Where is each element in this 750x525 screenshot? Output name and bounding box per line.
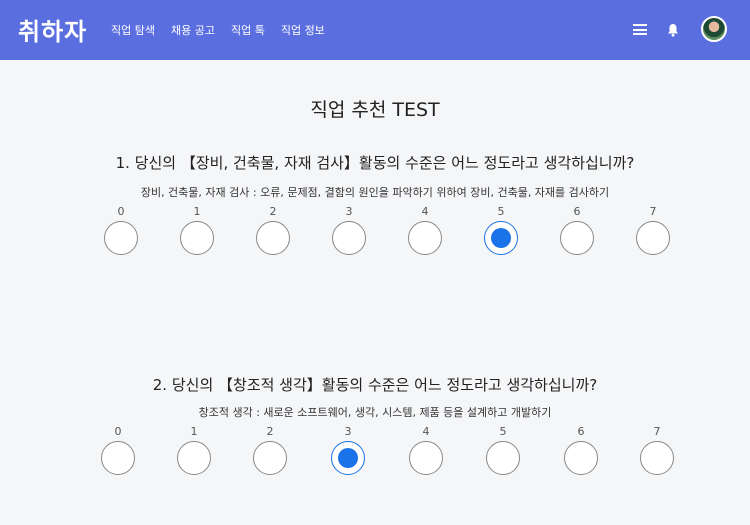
question-description: 창조적 생각 : 새로운 소프트웨어, 생각, 시스템, 제품 등을 설계하고 … [198,406,552,419]
rating-radio-1[interactable] [180,221,214,255]
rating-option-number: 2 [269,205,277,218]
rating-radio-1[interactable] [177,441,211,475]
hamburger-menu-icon[interactable] [633,24,647,35]
rating-option-number: 6 [573,205,581,218]
question-description: 장비, 건축물, 자재 검사 : 오류, 문제점, 결함의 원인을 파악하기 위… [140,186,610,199]
nav-link-job-info[interactable]: 직업 정보 [281,22,325,38]
rating-radio-6[interactable] [564,441,598,475]
rating-scale: 0 1 2 3 4 5 6 7 [0,205,750,265]
rating-option-number: 1 [190,425,198,438]
rating-option-number: 7 [653,425,661,438]
rating-radio-4[interactable] [408,221,442,255]
rating-radio-3-selected[interactable] [331,441,365,475]
page-title: 직업 추천 TEST [310,99,440,121]
rating-scale: 0 1 2 3 4 5 6 7 [0,425,750,485]
rating-option-number: 2 [266,425,274,438]
rating-radio-0[interactable] [104,221,138,255]
nav-link-job-postings[interactable]: 채용 공고 [171,22,215,38]
rating-radio-2[interactable] [253,441,287,475]
rating-option-number: 4 [421,205,429,218]
user-avatar[interactable] [701,16,727,42]
rating-option-number: 0 [117,205,125,218]
rating-radio-0[interactable] [101,441,135,475]
rating-option-number: 3 [345,205,353,218]
rating-radio-7[interactable] [640,441,674,475]
top-navbar: 취하자 직업 탐색 채용 공고 직업 톡 직업 정보 [0,0,750,60]
rating-radio-7[interactable] [636,221,670,255]
rating-option-number: 7 [649,205,657,218]
rating-option-number: 0 [114,425,122,438]
question-title: 2. 당신의 【창조적 생각】활동의 수준은 어느 정도라고 생각하십니까? [152,376,598,394]
rating-option-number: 1 [193,205,201,218]
rating-option-number: 5 [497,205,505,218]
rating-option-number: 3 [344,425,352,438]
question-title: 1. 당신의 【장비, 건축물, 자재 검사】활동의 수준은 어느 정도라고 생… [115,154,635,172]
rating-option-number: 6 [577,425,585,438]
rating-radio-6[interactable] [560,221,594,255]
rating-radio-2[interactable] [256,221,290,255]
nav-link-job-explore[interactable]: 직업 탐색 [111,22,155,38]
rating-option-number: 4 [422,425,430,438]
rating-option-number: 5 [499,425,507,438]
rating-radio-5-selected[interactable] [484,221,518,255]
bell-icon[interactable] [667,22,679,41]
nav-links: 직업 탐색 채용 공고 직업 톡 직업 정보 [111,22,325,38]
site-logo[interactable]: 취하자 [18,12,87,47]
nav-link-job-talk[interactable]: 직업 톡 [231,22,265,38]
rating-radio-4[interactable] [409,441,443,475]
rating-radio-3[interactable] [332,221,366,255]
rating-radio-5[interactable] [486,441,520,475]
